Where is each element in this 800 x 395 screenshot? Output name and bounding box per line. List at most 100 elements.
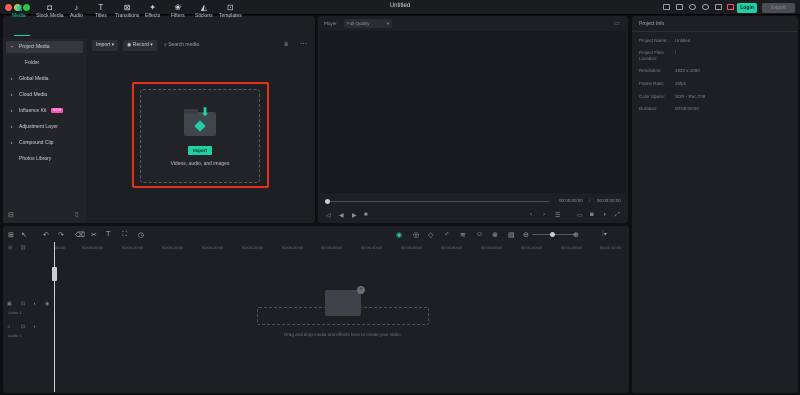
ruler-tick: 00:00:05:00 bbox=[82, 245, 104, 250]
tab-transitions[interactable]: ⊠ Transitions bbox=[115, 3, 139, 19]
effects-icon[interactable]: ⊗ bbox=[492, 231, 498, 239]
ruler-tick: 00:00:25:00 bbox=[242, 245, 264, 250]
layout-icon[interactable] bbox=[663, 4, 670, 10]
grid-view-icon[interactable]: ⊞ bbox=[8, 231, 14, 239]
audio-track-icon: ♫ bbox=[7, 324, 11, 330]
sidebar-item-photos-library[interactable]: Photos Library bbox=[3, 153, 86, 165]
ruler-tick: 00:01:00:00 bbox=[521, 245, 543, 250]
voiceover-icon[interactable]: ≋ bbox=[460, 231, 466, 239]
sidebar-item-compound-clip[interactable]: ▸ Compound Clip bbox=[3, 137, 86, 149]
mark-out-icon[interactable]: › bbox=[543, 212, 545, 218]
eye-icon[interactable]: ◉ bbox=[45, 301, 49, 307]
search-input[interactable]: ⌕ Search media bbox=[164, 40, 274, 51]
render-icon[interactable]: ◎ bbox=[413, 231, 419, 239]
player-screen[interactable] bbox=[320, 31, 626, 193]
link-icon[interactable]: ⛓ bbox=[20, 245, 26, 251]
zoom-in-icon[interactable]: ⊕ bbox=[573, 231, 579, 239]
monitor-icon[interactable] bbox=[676, 4, 683, 10]
text-tool-icon[interactable]: T bbox=[106, 231, 110, 238]
snapshot-icon[interactable]: ▭ bbox=[614, 20, 620, 27]
playhead-handle[interactable] bbox=[52, 267, 57, 281]
zoom-out-icon[interactable]: ⊖ bbox=[523, 231, 529, 239]
tab-audio[interactable]: ♪ Audio bbox=[70, 3, 83, 19]
tab-titles[interactable]: T Titles bbox=[95, 3, 107, 19]
login-button[interactable]: Login bbox=[737, 3, 757, 13]
volume-icon[interactable]: ◗ bbox=[603, 212, 607, 218]
cart-icon[interactable] bbox=[727, 4, 734, 10]
filter-icon[interactable]: ⩸ bbox=[284, 41, 288, 49]
previous-frame-icon[interactable]: ◁ bbox=[326, 212, 331, 219]
ruler-tick: 00:00:20:00 bbox=[202, 245, 224, 250]
camera-icon[interactable]: ◙ bbox=[590, 212, 594, 218]
timeline-hint: Drag and drop media and effects here to … bbox=[284, 332, 402, 337]
mute-icon[interactable]: ◖ bbox=[33, 301, 36, 307]
delete-icon[interactable]: ⌫ bbox=[75, 231, 85, 239]
ruler-tick: 00:00:50:00 bbox=[441, 245, 463, 250]
split-screen-icon[interactable]: ▤ bbox=[508, 231, 515, 239]
grid-icon[interactable] bbox=[715, 4, 722, 10]
markers-icon[interactable]: ☰ bbox=[555, 212, 560, 219]
tab-effects[interactable]: ✦ Effects bbox=[145, 3, 160, 19]
audio-track-label: Audio 1 bbox=[8, 333, 22, 338]
shield-icon[interactable]: ◇ bbox=[428, 231, 433, 239]
ai-sticker-icon[interactable]: ☺ bbox=[476, 231, 483, 238]
playhead[interactable] bbox=[54, 242, 55, 392]
transitions-icon: ⊠ bbox=[123, 3, 131, 12]
sidebar-item-global-media[interactable]: ▸ Global Media bbox=[3, 73, 86, 85]
collapse-sidebar-icon[interactable]: ▯ bbox=[75, 211, 78, 218]
track-layout-icon[interactable]: ⦙▾ bbox=[602, 231, 607, 239]
speed-icon[interactable]: ◷ bbox=[138, 231, 144, 239]
play-icon[interactable]: ▶ bbox=[352, 212, 357, 219]
tab-stickers[interactable]: ◭ Stickers bbox=[195, 3, 213, 19]
chevron-down-icon: ▾ bbox=[111, 42, 115, 48]
ruler-tick: 00:00:10:00 bbox=[122, 245, 144, 250]
tab-filters[interactable]: ❀ Filters bbox=[171, 3, 185, 19]
tab-templates[interactable]: ⊡ Templates bbox=[219, 3, 242, 19]
tab-media[interactable]: ▣ Media bbox=[12, 3, 26, 19]
more-options-icon[interactable]: ⋯ bbox=[300, 40, 307, 48]
new-folder-icon[interactable]: ⊟ bbox=[8, 211, 14, 219]
volume-icon[interactable]: ◗ bbox=[33, 324, 36, 330]
record-dropdown[interactable]: ◉ Record ▾ bbox=[123, 40, 157, 51]
ruler-tick: 00:00:35:00 bbox=[321, 245, 343, 250]
sidebar-item-cloud-media[interactable]: ▸ Cloud Media bbox=[3, 89, 86, 101]
sidebar-item-folder[interactable]: Folder bbox=[3, 57, 86, 69]
chevron-down-icon: ▾ bbox=[11, 44, 14, 49]
headset-icon[interactable] bbox=[702, 4, 709, 10]
microphone-icon[interactable]: ♂ bbox=[444, 231, 449, 238]
stop-icon[interactable]: ■ bbox=[364, 212, 368, 218]
zoom-slider-handle[interactable] bbox=[550, 232, 555, 237]
sidebar-item-influence-kit[interactable]: ▸ Influence Kit NEW bbox=[3, 105, 86, 117]
redo-icon[interactable]: ↷ bbox=[58, 231, 64, 239]
lock-icon[interactable]: ⊡ bbox=[21, 324, 25, 330]
highlight-box bbox=[132, 82, 269, 188]
stickers-icon: ◭ bbox=[200, 3, 207, 12]
select-tool-icon[interactable]: ↖ bbox=[21, 231, 27, 239]
scrubber-handle[interactable] bbox=[325, 199, 330, 204]
step-back-icon[interactable]: ◀ bbox=[339, 212, 344, 219]
info-label-resolution: Resolution: bbox=[639, 68, 662, 73]
info-value-project-name: Untitled bbox=[675, 38, 691, 43]
ai-assistant-icon[interactable]: ◉ bbox=[396, 231, 402, 239]
undo-icon[interactable]: ↶ bbox=[43, 231, 49, 239]
video-track-label: Video 1 bbox=[8, 310, 22, 315]
lock-icon[interactable]: ⊡ bbox=[21, 301, 25, 307]
display-icon[interactable]: ▭ bbox=[577, 212, 583, 219]
cut-icon[interactable]: ✂ bbox=[91, 231, 97, 239]
sidebar-item-project-media[interactable]: ▾ Project Media bbox=[6, 41, 83, 53]
quality-select[interactable]: Full Quality ▾ bbox=[344, 19, 392, 28]
tab-stock-media[interactable]: ◘ Stock Media bbox=[36, 3, 64, 19]
crop-icon[interactable]: ⛶ bbox=[122, 231, 127, 239]
fullscreen-icon[interactable]: ⤢ bbox=[615, 212, 620, 219]
export-button[interactable]: Export bbox=[762, 3, 795, 13]
playback-scrubber[interactable] bbox=[327, 201, 549, 202]
ruler-tick: 00:00 bbox=[55, 245, 66, 250]
ruler-tick: 00:00:15:00 bbox=[162, 245, 184, 250]
mark-in-icon[interactable]: ‹ bbox=[530, 212, 532, 218]
sidebar-item-adjustment-layer[interactable]: ▸ Adjustment Layer bbox=[3, 121, 86, 133]
import-dropdown[interactable]: Import ▾ bbox=[92, 40, 119, 51]
add-icon: + bbox=[357, 286, 365, 294]
add-track-icon[interactable]: ⊞ bbox=[8, 245, 12, 251]
upload-icon[interactable] bbox=[689, 4, 696, 10]
chevron-down-icon: ▾ bbox=[386, 21, 389, 26]
